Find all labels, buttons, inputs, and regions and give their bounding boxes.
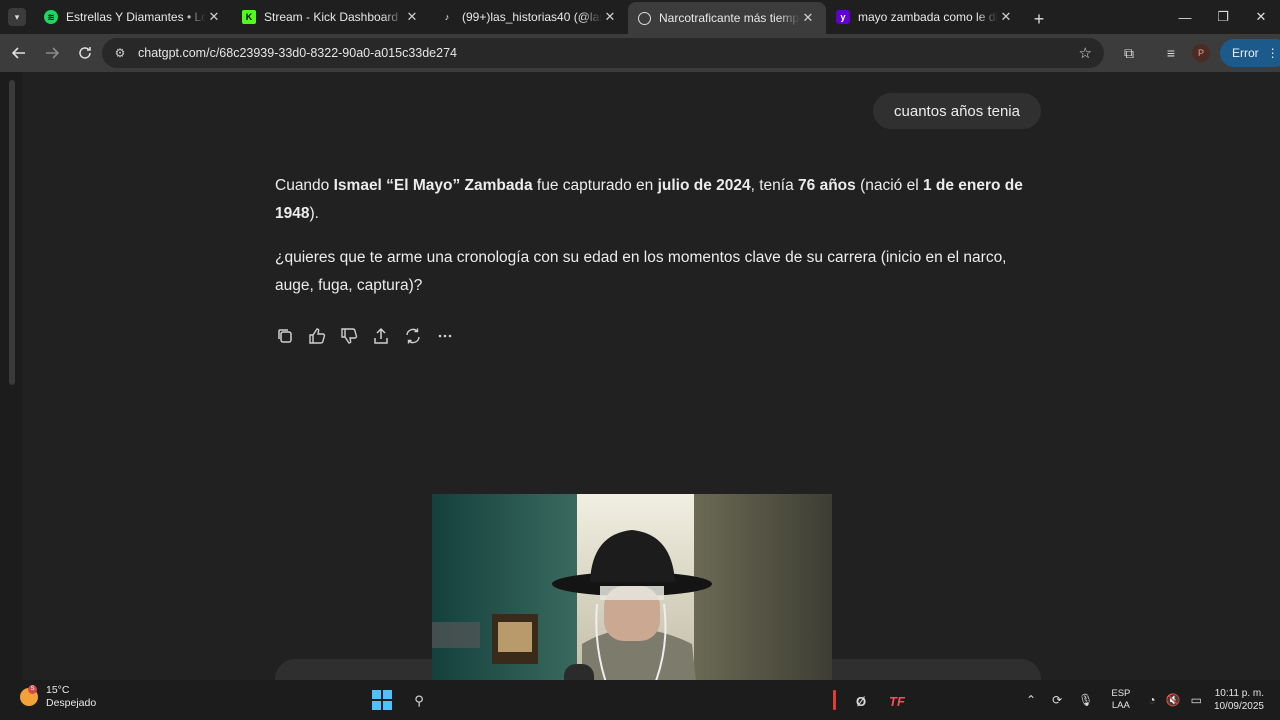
message-actions [275,326,455,346]
tab-strip: ▾ ≋ Estrellas Y Diamantes • Los Cad ✕ K … [0,0,1280,34]
search-icon[interactable]: ⚲ [408,690,430,712]
restore-button[interactable]: ❐ [1204,0,1242,34]
chat-page: cuantos años tenia Cuando Ismael “El May… [0,72,1280,680]
time: 10:11 p. m. [1214,688,1264,699]
sync-icon[interactable]: ⟳ [1052,693,1062,707]
browser-toolbar: ⚙ chatgpt.com/c/68c23939-33d0-8322-90a0-… [0,34,1280,72]
tab-title: Narcotraficante más tiempo libr [659,11,800,25]
spotify-icon: ≋ [44,10,58,24]
close-tab-icon[interactable]: ✕ [404,9,420,25]
volume-muted-icon[interactable]: 🔇 [1166,693,1181,707]
forward-button[interactable] [37,38,67,68]
windows-logo-icon [372,701,381,710]
reload-icon [79,47,91,59]
scrollbar[interactable] [9,80,15,385]
address-bar[interactable]: ⚙ chatgpt.com/c/68c23939-33d0-8322-90a0-… [102,38,1104,68]
share-icon[interactable] [371,326,391,346]
chevron-up-icon[interactable]: ⌃ [1026,693,1036,707]
taskbar-app-ccleaner-icon[interactable]: Ø [850,690,872,712]
wifi-icon[interactable]: ◔ [1148,693,1155,707]
tab-title: (99+)las_historias40 (@las_histo [462,10,602,24]
answer-bold-text: Ismael “El Mayo” Zambada [333,177,533,194]
windows-logo-icon [383,690,392,699]
url-text: chatgpt.com/c/68c23939-33d0-8322-90a0-a0… [138,46,457,60]
taskbar-app-tf-icon[interactable]: TF [886,690,908,712]
minimize-button[interactable]: — [1166,0,1204,34]
weather-widget[interactable]: S 15°C Despejado [20,684,96,710]
system-tray: ⌃ ⟳ 🎙 ESP LAA ◔ 🔇 ▭ [1026,680,1202,720]
kick-icon: K [242,10,256,24]
tab-title: Stream - Kick Dashboard [264,10,399,24]
answer-bold-text: julio de 2024 [657,177,751,194]
user-message-text: cuantos años tenia [894,102,1020,120]
more-options-icon[interactable] [435,326,455,346]
close-tab-icon[interactable]: ✕ [998,9,1014,25]
answer-bold-text: 76 años [798,177,856,194]
tab-spotify[interactable]: ≋ Estrellas Y Diamantes • Los Cad ✕ [34,2,232,32]
close-button[interactable]: ✕ [1242,0,1280,34]
keyboard-layout: LAA [1111,700,1130,711]
tab-title: Estrellas Y Diamantes • Los Cad [66,10,206,24]
thumbs-up-icon[interactable] [307,326,327,346]
battery-icon[interactable]: ▭ [1191,693,1202,707]
app-running-indicator [833,690,836,710]
answer-paragraph-2: ¿quieres que te arme una cronología con … [275,249,1007,294]
answer-text: Cuando [275,177,334,194]
error-button[interactable]: Error ⋮ [1220,39,1280,67]
windows-logo-icon [383,701,392,710]
microphone-icon[interactable]: 🎙 [1078,693,1093,707]
close-tab-icon[interactable]: ✕ [800,10,816,26]
date: 10/09/2025 [1213,701,1264,712]
language-code: ESP [1111,688,1131,699]
tab-chatgpt[interactable]: Narcotraficante más tiempo libr ✕ [628,2,826,34]
avatar[interactable]: P [1192,44,1210,62]
tiktok-icon: ♪ [444,12,450,22]
arrow-left-icon [12,47,25,59]
error-label: Error [1232,46,1259,60]
bookmark-star-icon[interactable]: ☆ [1079,44,1092,62]
answer-paragraph-1: Cuando Ismael “El Mayo” Zambada fue capt… [275,172,1035,228]
weather-condition: Despejado [46,697,97,709]
answer-text: ). [309,205,319,222]
answer-text: (nació el [855,177,923,194]
thumbs-down-icon[interactable] [339,326,359,346]
yahoo-icon: y [836,10,850,24]
extensions-icon[interactable]: ⧉ [1114,38,1144,68]
start-button[interactable] [372,690,392,710]
reading-list-icon[interactable]: ≡ [1156,38,1186,68]
tab-tiktok[interactable]: ♪ (99+)las_historias40 (@las_histo ✕ [430,2,628,32]
tab-title: mayo zambada como le dicen [858,10,998,24]
weather-badge: S [28,685,37,694]
tab-search[interactable]: ▾ [0,0,34,34]
answer-text: , tenía [750,177,799,194]
windows-logo-icon [372,690,381,699]
weather-sun-icon: S [20,685,38,706]
reload-button[interactable] [70,38,100,68]
webcam-overlay [432,494,832,680]
close-tab-icon[interactable]: ✕ [602,9,618,25]
temperature: 15°C [46,684,70,696]
chatgpt-icon [638,11,651,25]
assistant-message: Cuando Ismael “El Mayo” Zambada fue capt… [275,172,1035,316]
new-tab-button[interactable]: + [1024,4,1054,34]
close-tab-icon[interactable]: ✕ [206,9,222,25]
back-button[interactable] [4,38,34,68]
site-info-icon[interactable]: ⚙ [112,45,128,61]
clock[interactable]: 10:11 p. m. 10/09/2025 [1214,687,1264,713]
regenerate-icon[interactable] [403,326,423,346]
answer-text: fue capturado en [532,177,658,194]
arrow-right-icon [46,47,59,59]
chevron-down-icon[interactable]: ▾ [8,8,26,26]
more-menu-icon: ⋮ [1266,46,1279,60]
user-message: cuantos años tenia [873,93,1041,129]
tab-yahoo[interactable]: y mayo zambada como le dicen ✕ [826,2,1024,32]
language-indicator[interactable]: ESP LAA [1111,688,1130,712]
window-controls: — ❐ ✕ [1166,0,1280,34]
webcam-image [432,494,832,680]
tab-kick[interactable]: K Stream - Kick Dashboard ✕ [232,2,430,32]
copy-icon[interactable] [275,326,295,346]
windows-taskbar: S 15°C Despejado ⚲ Ø TF ⌃ ⟳ 🎙 ESP LAA ◔ … [0,680,1280,720]
